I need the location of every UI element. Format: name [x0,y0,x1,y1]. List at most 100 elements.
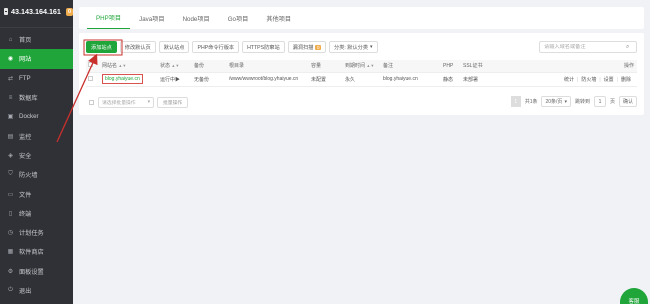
sidebar-item-label: 计划任务 [19,230,44,238]
database-icon: ≡ [8,94,13,101]
sidebar-item-shield[interactable]: ⛉ 防火墙 [0,165,73,184]
sidebar-item-label: 首页 [19,37,32,45]
sidebar-item-folder[interactable]: ▭ 文件 [0,184,73,203]
sidebar-item-docker[interactable]: ▣ Docker [0,107,73,126]
search-box: ⌕ [539,41,637,53]
default-site-button[interactable]: 默认站点 [158,41,190,53]
col-actions: 操作 [511,60,637,73]
terminal-icon: ▯ [8,210,13,217]
note-cell[interactable]: blog.yhaiyue.cn [381,72,441,87]
status-text: 运行中 [160,76,176,83]
sidebar-divider [0,27,73,28]
search-icon[interactable]: ⌕ [626,44,629,51]
folder-icon: ▭ [7,191,14,198]
support-chat-button[interactable]: 客服 [620,288,648,304]
category-select[interactable]: 分类: 默认分类 ▾ [329,41,378,53]
sidebar-item-store[interactable]: ▦ 软件商店 [0,242,73,261]
sidebar-item-clock[interactable]: ◷ 计划任务 [0,223,73,242]
server-ip: 43.143.164.161 [10,7,61,16]
tab-java[interactable]: Java项目 [130,14,173,29]
chevron-down-icon: ▾ [564,98,567,105]
root-path-link[interactable]: /www/wwwroot/blog.yhaiyue.cn [227,72,309,87]
sort-icon: ▲▼ [118,63,127,69]
col-site-name-label: 网站名 [102,63,118,70]
firewall-link[interactable]: 防火墙 [581,77,596,83]
project-tabs: PHP项目 Java项目 Node项目 Go项目 其他项目 [79,7,644,29]
col-capacity: 容量 [309,60,343,73]
select-all-checkbox[interactable] [88,62,93,68]
footer-select-all-checkbox[interactable] [89,99,94,105]
col-site-name[interactable]: 网站名 ▲▼ [100,60,158,73]
sidebar-item-label: 防火墙 [19,172,38,180]
home-icon: ⌂ [8,36,13,43]
https-firewall-button[interactable]: HTTPS防窜站 [242,41,285,53]
col-backup: 备份 [192,60,227,73]
row-checkbox[interactable] [88,75,93,81]
capacity-cell[interactable]: 未配置 [309,72,343,87]
sidebar-item-security[interactable]: ◈ 安全 [0,146,73,165]
total-count: 共1条 [524,99,538,105]
row-checkbox-cell [86,72,100,87]
site-name-cell: blog.yhaiyue.cn [100,72,158,87]
col-expire-label: 到期时间 [345,63,366,70]
page-size-label: 20条/页 [545,99,563,105]
sidebar-item-ftp[interactable]: ⇄ FTP [0,69,73,88]
ssl-cell[interactable]: 未部署 [461,72,511,87]
tab-php[interactable]: PHP项目 [87,13,131,29]
page-number-current[interactable]: 1 [510,96,521,107]
jump-confirm-button[interactable]: 确认 [618,96,637,107]
gear-icon: ⚙ [7,268,14,275]
vuln-count-badge: 0 [315,44,321,50]
globe-icon: ◉ [7,56,14,63]
col-expire[interactable]: 到期时间 ▲▼ [343,60,381,73]
expire-cell[interactable]: 永久 [343,72,381,87]
sidebar-item-database[interactable]: ≡ 数据库 [0,88,73,107]
pagination: 1 共1条 20条/页 ▾ 跳转到 1 页 确认 [510,96,637,107]
play-icon: ▶ [175,76,181,83]
col-status-label: 状态 [160,63,171,70]
delete-link[interactable]: 删除 [621,77,631,83]
sidebar-item-monitor[interactable]: ▤ 监控 [0,126,73,145]
col-php: PHP [441,60,461,73]
stats-link[interactable]: 统计 [564,77,574,83]
tab-go[interactable]: Go项目 [219,14,258,29]
site-name-link[interactable]: blog.yhaiyue.cn [102,74,143,84]
bulk-action-button[interactable]: 批量操作 [157,96,189,108]
site-panel: 添加站点 修改默认页 默认站点 PHP命令行版本 HTTPS防窜站 漏洞扫描 0… [79,33,644,115]
table-row: blog.yhaiyue.cn 运行中▶ 无备份 /www/wwwroot/bl… [86,72,637,87]
server-icon [4,8,8,15]
edit-default-page-button[interactable]: 修改默认页 [119,41,156,53]
clock-icon: ◷ [7,230,14,237]
category-label: 分类: 默认分类 [334,44,369,51]
settings-link[interactable]: 设置 [604,77,614,83]
status-cell[interactable]: 运行中▶ [158,72,192,87]
vuln-scan-button[interactable]: 漏洞扫描 0 [287,41,326,53]
sidebar-item-label: Docker [19,113,39,121]
sidebar-item-gear[interactable]: ⚙ 面板设置 [0,262,73,281]
page-size-select[interactable]: 20条/页 ▾ [541,96,571,107]
toolbar: 添加站点 修改默认页 默认站点 PHP命令行版本 HTTPS防窜站 漏洞扫描 0… [86,41,378,53]
site-table: 网站名 ▲▼ 状态 ▲▼ 备份 根目录 容量 到期时间 ▲▼ 备注 PHP SS… [86,60,637,87]
sidebar-item-label: 退出 [19,288,32,295]
jump-label: 跳转到 [574,99,590,105]
sidebar-item-globe[interactable]: ◉ 网站 [0,49,73,69]
col-status[interactable]: 状态 ▲▼ [158,60,192,73]
tab-node[interactable]: Node项目 [174,14,219,29]
search-input[interactable] [544,44,626,50]
sidebar-item-home[interactable]: ⌂ 首页 [0,30,73,49]
sidebar-item-terminal[interactable]: ▯ 终端 [0,204,73,223]
sidebar-item-label: 终端 [19,210,32,218]
col-ssl: SSL证书 [461,60,511,73]
backup-cell[interactable]: 无备份 [192,72,227,87]
sidebar-item-logout[interactable]: ⏻ 退出 [0,281,73,300]
tab-other[interactable]: 其他项目 [257,14,300,29]
php-version-cell[interactable]: 静态 [441,72,461,87]
notification-badge[interactable]: 0 [65,7,73,16]
ftp-icon: ⇄ [7,75,14,82]
jump-page-input[interactable]: 1 [593,96,606,107]
header-checkbox-cell [86,60,100,73]
bulk-action-select[interactable]: 请选择批量操作 ▾ [98,96,154,108]
php-cli-version-button[interactable]: PHP命令行版本 [192,41,240,53]
add-site-button[interactable]: 添加站点 [86,41,117,53]
col-root: 根目录 [227,60,309,73]
